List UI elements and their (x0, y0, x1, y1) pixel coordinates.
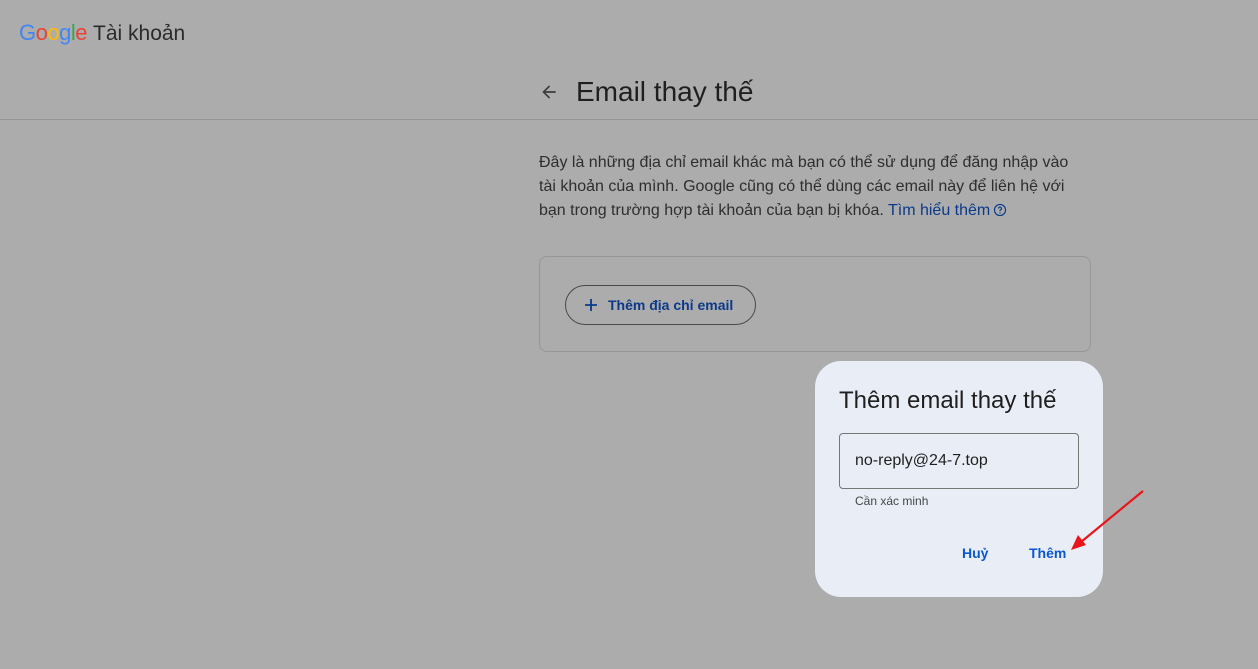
plus-icon (584, 298, 598, 312)
arrow-back-icon (542, 85, 556, 99)
page-header: Email thay thế (537, 74, 753, 110)
add-email-dialog: Thêm email thay thế Cần xác minh Huỷ Thê… (815, 361, 1103, 597)
logo-letter: o (47, 20, 60, 45)
top-bar: Google Tài khoản Email thay thế (0, 0, 1258, 120)
email-field[interactable] (839, 433, 1079, 489)
google-logo: Google (19, 20, 88, 46)
logo-letter: e (75, 20, 88, 45)
add-email-button[interactable]: Thêm địa chỉ email (565, 285, 756, 325)
dialog-title: Thêm email thay thế (839, 387, 1057, 414)
alternate-emails-card: Thêm địa chỉ email (539, 256, 1091, 352)
page-description: Đây là những địa chỉ email khác mà bạn c… (539, 151, 1079, 223)
learn-more-link[interactable]: Tìm hiểu thêm (888, 202, 1007, 219)
page-title: Email thay thế (576, 76, 754, 107)
product-name: Tài khoản (93, 22, 186, 45)
back-button[interactable] (537, 80, 561, 104)
brand[interactable]: Google Tài khoản (19, 20, 185, 46)
logo-letter: g (59, 20, 71, 45)
email-helper-text: Cần xác minh (855, 494, 929, 508)
learn-more-label: Tìm hiểu thêm (887, 202, 991, 219)
add-button[interactable]: Thêm (1029, 541, 1066, 565)
annotation-arrow-icon (1071, 490, 1144, 550)
add-email-label: Thêm địa chỉ email (608, 297, 734, 313)
cancel-button[interactable]: Huỷ (962, 541, 988, 565)
help-circle-icon (994, 203, 1007, 217)
logo-letter: o (35, 20, 48, 45)
logo-letter: G (19, 20, 36, 45)
